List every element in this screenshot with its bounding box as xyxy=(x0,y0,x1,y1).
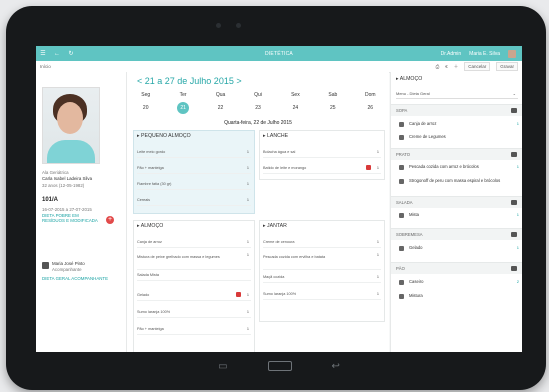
list-item[interactable]: Canja de arroz 1 xyxy=(137,238,251,248)
section-salada: SALADA xyxy=(391,196,522,208)
lunch-card[interactable]: ▸ ALMOÇO Canja de arroz 1 Mistura de peix… xyxy=(133,220,255,352)
patient-diet[interactable]: DIETA POBRE EM RESÍDUOS E MODIFICADA xyxy=(42,213,102,223)
list-item[interactable]: Gelado 1 xyxy=(137,291,251,301)
list-item[interactable]: Canja de arroz 1 xyxy=(391,121,522,127)
list-item[interactable]: Pão + manteiga 1 xyxy=(137,325,251,335)
list-item[interactable]: Caseiro 2 xyxy=(391,279,522,285)
day-thu[interactable]: Qui 23 xyxy=(239,92,276,114)
checkbox[interactable] xyxy=(399,179,404,184)
app-screen: ☰ ← ↻ DIETÉTICA Dr.Admin Maria E. Silva … xyxy=(36,46,522,352)
snack-card[interactable]: ▸ LANCHE Bolacha água e sal 1 Batido de l… xyxy=(259,130,385,180)
week-planner: < 21 a 27 de Julho 2015 > Seg 20 Ter 21 Qu… xyxy=(127,72,389,352)
patient-name: Carla Isabel Ladeira Silva xyxy=(42,176,93,181)
dinner-title: ▸ JANTAR xyxy=(263,223,287,229)
list-item[interactable]: Pescada cozida com arroz e brócolos 1 xyxy=(391,164,519,170)
breadcrumb[interactable]: Início xyxy=(40,64,51,69)
comment-icon[interactable] xyxy=(511,108,517,113)
list-item[interactable]: Sumo laranja 100% 1 xyxy=(137,308,251,318)
selected-date: Quarta-feira, 22 de Julho 2015 xyxy=(224,120,292,126)
day-sat[interactable]: Sab 25 xyxy=(314,92,351,114)
checkbox[interactable] xyxy=(399,294,404,299)
list-item[interactable]: Pescada cozida com ervilha e batata 1 xyxy=(263,253,381,270)
euro-icon[interactable]: € xyxy=(445,64,448,69)
list-item[interactable]: Maçã cozida 1 xyxy=(263,273,381,283)
patient-ward: Ala Geriátrica xyxy=(42,170,69,175)
list-item[interactable]: Batido de leite e morango 1 xyxy=(263,164,381,174)
day-fri[interactable]: Sex 24 xyxy=(277,92,314,114)
alert-icon xyxy=(236,292,241,297)
list-item[interactable]: Gelado 1 xyxy=(391,245,522,251)
companion-diet[interactable]: DIETA GERAL ACOMPANHANTE xyxy=(42,276,112,281)
list-item[interactable]: Strogonoff de peru com massa espiral e b… xyxy=(391,178,501,184)
day-sun[interactable]: Dom 26 xyxy=(352,92,389,114)
menu-select[interactable]: Menu - Dieta Geral ⌄ xyxy=(396,89,518,99)
lunch-title: ▸ ALMOÇO xyxy=(137,223,164,229)
comment-icon[interactable] xyxy=(511,152,517,157)
patient-age: 32 anos (12-05-1982) xyxy=(42,183,85,188)
list-item[interactable]: Pão + manteiga 1 xyxy=(137,164,251,174)
week-range-title[interactable]: < 21 a 27 de Julho 2015 > xyxy=(137,76,242,86)
person-icon xyxy=(42,262,49,269)
list-item[interactable]: Mistura de peixe grelhado com massa e le… xyxy=(137,253,251,270)
day-tue[interactable]: Ter 21 xyxy=(164,92,201,114)
print-icon[interactable]: ⎙ xyxy=(436,64,440,69)
dinner-card[interactable]: ▸ JANTAR Creme de cenoura 1 Pescada cozid… xyxy=(259,220,385,322)
list-item[interactable]: Mista 1 xyxy=(391,212,522,218)
front-camera xyxy=(216,23,221,28)
checkbox[interactable] xyxy=(399,246,404,251)
list-item[interactable]: Bolacha água e sal 1 xyxy=(263,148,381,158)
list-item[interactable]: Mistura xyxy=(391,293,522,299)
day-mon[interactable]: Seg 20 xyxy=(127,92,164,114)
checkbox[interactable] xyxy=(399,122,404,127)
patient-photo xyxy=(42,87,100,164)
snack-title: ▸ LANCHE xyxy=(263,133,289,139)
menu-panel-title: ▸ ALMOÇO xyxy=(396,76,423,82)
list-item[interactable]: Leite meio gordo 1 xyxy=(137,148,251,158)
patient-panel: Ala Geriátrica Carla Isabel Ladeira Silv… xyxy=(36,72,127,352)
save-button[interactable]: Gravar xyxy=(496,62,518,71)
comment-icon[interactable] xyxy=(511,266,517,271)
cancel-button[interactable]: Cancelar xyxy=(464,62,491,71)
day-selector: Seg 20 Ter 21 Qua 22 Qui 23 Sex 24 Sab 25 Dom 2… xyxy=(127,92,389,114)
section-pao: PÃO xyxy=(391,262,522,274)
section-prato: PRATO xyxy=(391,148,522,160)
day-wed[interactable]: Qua 22 xyxy=(202,92,239,114)
home-button[interactable] xyxy=(267,361,292,371)
list-item[interactable]: Cereais 1 xyxy=(137,196,251,206)
companion-name: Maria José Pinto xyxy=(52,261,85,266)
list-item[interactable]: Fiambre fatia (30 gr) 1 xyxy=(137,180,251,190)
checkbox[interactable] xyxy=(399,280,404,285)
front-sensor xyxy=(236,23,241,28)
breakfast-title: ▸ PEQUENO ALMOÇO xyxy=(137,133,191,139)
companion-role: Acompanhante xyxy=(52,267,82,272)
recent-apps-icon[interactable]: ▭ xyxy=(218,361,227,372)
section-sobremesa: SOBREMESA xyxy=(391,228,522,240)
list-item[interactable]: Creme de Legumes xyxy=(391,134,522,140)
list-item[interactable]: Creme de cenoura 1 xyxy=(263,238,381,248)
android-navbar: ▭ ↩ xyxy=(36,352,522,380)
checkbox[interactable] xyxy=(399,165,404,170)
list-item[interactable]: Sumo laranja 100% 1 xyxy=(263,290,381,300)
list-item[interactable]: Salada Mista xyxy=(137,271,251,281)
euro-icon xyxy=(366,165,371,170)
breakfast-card[interactable]: ▸ PEQUENO ALMOÇO Leite meio gordo 1 Pão +… xyxy=(133,130,255,214)
section-sopa: SOPA xyxy=(391,104,522,116)
back-icon[interactable]: ↩ xyxy=(332,361,340,372)
checkbox[interactable] xyxy=(399,135,404,140)
comment-icon[interactable] xyxy=(511,200,517,205)
patient-bed: 101/A xyxy=(42,197,59,203)
app-title: DIETÉTICA xyxy=(265,50,293,57)
meal-menu-panel: ▸ ALMOÇO Menu - Dieta Geral ⌄ SOPA Canja … xyxy=(390,72,522,352)
patient-admission: 16-07-2015 a 27-07-2015 xyxy=(42,207,92,212)
add-diet-button[interactable]: + xyxy=(106,216,114,224)
add-icon[interactable]: ＋ xyxy=(454,64,459,70)
comment-icon[interactable] xyxy=(511,232,517,237)
top-bar: ☰ ← ↻ DIETÉTICA Dr.Admin Maria E. Silva xyxy=(36,46,522,61)
checkbox[interactable] xyxy=(399,213,404,218)
